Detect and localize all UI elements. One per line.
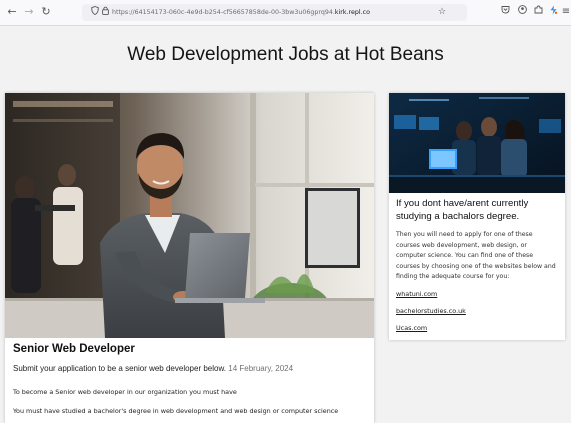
url-domain: kirk.repl.co (334, 9, 370, 16)
browser-toolbar: ← → ↻ https://64154173-060c-4e9d-b254-cf… (0, 0, 571, 26)
job-title: Senior Web Developer (13, 343, 135, 355)
url-prefix: https://64154173-060c-4e9d-b254-cf566578… (112, 9, 335, 16)
reload-icon[interactable]: ↻ (38, 4, 54, 20)
address-bar[interactable]: https://64154173-060c-4e9d-b254-cf566578… (82, 4, 467, 21)
job-requirements-text: You must have studied a bachelor's degre… (13, 407, 339, 415)
hero-image-developer-at-laptop (5, 93, 374, 338)
link-ucas[interactable]: Ucas.com (396, 324, 427, 332)
side-image-developers-at-computers (389, 93, 565, 193)
replit-icon[interactable] (546, 5, 560, 19)
job-requirements-intro: To become a Senior web developer in our … (13, 388, 237, 396)
side-paragraph: Then you will need to apply for one of t… (396, 231, 556, 281)
pocket-icon[interactable] (498, 5, 512, 19)
shield-icon[interactable] (91, 4, 99, 21)
star-icon[interactable]: ☆ (438, 4, 446, 21)
lock-icon[interactable] (102, 4, 109, 21)
url-text[interactable]: https://64154173-060c-4e9d-b254-cf566578… (112, 4, 370, 21)
link-whatuni[interactable]: whatuni.com (396, 290, 437, 298)
account-icon[interactable] (515, 5, 529, 19)
hamburger-menu-icon[interactable]: ≡ (559, 5, 571, 19)
forward-arrow-icon[interactable]: → (21, 4, 37, 20)
link-bachelorstudies[interactable]: bachelorstudies.co.uk (396, 307, 466, 315)
puzzle-icon[interactable] (531, 5, 545, 19)
back-arrow-icon[interactable]: ← (4, 4, 20, 20)
job-card: Senior Web Developer Submit your applica… (5, 93, 374, 423)
page-title: Web Development Jobs at Hot Beans (127, 44, 444, 65)
degree-info-card: If you dont have/arent currently studyin… (389, 93, 565, 340)
job-subtitle: Submit your application to be a senior w… (13, 364, 293, 373)
side-heading: If you dont have/arent currently studyin… (396, 198, 529, 222)
job-date: 14 February, 2024 (228, 364, 294, 373)
job-subtitle-text: Submit your application to be a senior w… (13, 364, 227, 373)
